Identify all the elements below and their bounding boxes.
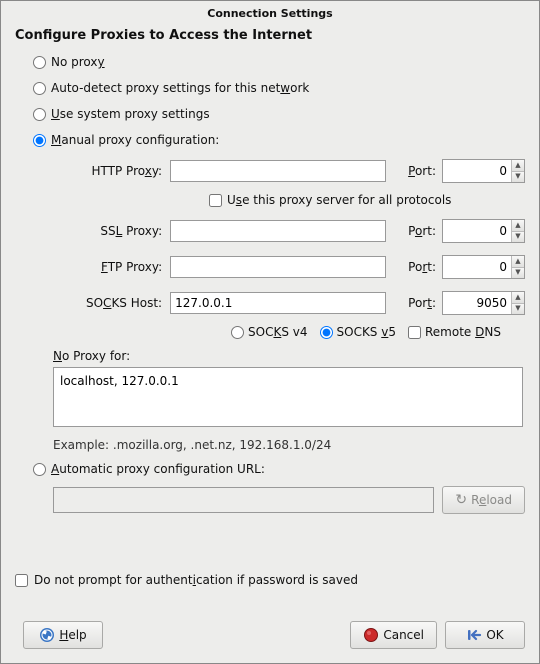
- ftp-port-input[interactable]: [443, 256, 511, 278]
- socks-host-input[interactable]: [170, 292, 386, 314]
- use-all-checkbox[interactable]: [209, 194, 222, 207]
- radio-socks-v5[interactable]: [320, 326, 333, 339]
- socks-host-label: SOCKS Host:: [53, 296, 170, 310]
- pac-url-input[interactable]: [53, 487, 434, 513]
- ok-button[interactable]: OK: [445, 621, 525, 649]
- radio-manual-label: Manual proxy configuration:: [51, 133, 219, 147]
- ftp-port-spinner[interactable]: ▲ ▼: [442, 255, 525, 279]
- http-port-label: Port:: [386, 164, 442, 178]
- ok-icon: [466, 627, 482, 643]
- ftp-proxy-input[interactable]: [170, 256, 386, 278]
- cancel-button[interactable]: Cancel: [350, 621, 437, 649]
- content-area: Configure Proxies to Access the Internet…: [1, 28, 539, 514]
- cancel-button-label: Cancel: [383, 628, 424, 642]
- radio-manual[interactable]: [33, 134, 46, 147]
- checkbox-remote-dns[interactable]: [408, 326, 421, 339]
- radio-socks-v4[interactable]: [231, 326, 244, 339]
- spin-down-icon[interactable]: ▼: [512, 171, 524, 183]
- radio-no-proxy-label: No proxy: [51, 55, 105, 69]
- ssl-port-spinner[interactable]: ▲ ▼: [442, 219, 525, 243]
- radio-system-label: Use system proxy settings: [51, 107, 210, 121]
- spin-down-icon[interactable]: ▼: [512, 267, 524, 279]
- http-proxy-input[interactable]: [170, 160, 386, 182]
- ok-button-label: OK: [486, 628, 503, 642]
- radio-socks-v4-row[interactable]: SOCKS v4: [231, 325, 308, 339]
- ssl-port-label: Port:: [386, 224, 442, 238]
- http-proxy-row: HTTP Proxy: Port: ▲ ▼: [53, 157, 525, 185]
- use-all-row[interactable]: Use this proxy server for all protocols: [209, 193, 525, 207]
- ssl-proxy-input[interactable]: [170, 220, 386, 242]
- radio-no-proxy-row[interactable]: No proxy: [33, 53, 525, 71]
- button-bar: Help Cancel OK: [1, 621, 539, 649]
- spin-up-icon[interactable]: ▲: [512, 220, 524, 231]
- socks-options-row: SOCKS v4 SOCKS v5 Remote DNS: [231, 325, 525, 339]
- checkbox-remote-dns-label: Remote DNS: [425, 325, 501, 339]
- manual-proxy-grid: HTTP Proxy: Port: ▲ ▼ Use this proxy ser…: [53, 157, 525, 339]
- no-proxy-for-label: No Proxy for:: [53, 349, 525, 363]
- radio-pac-row[interactable]: Automatic proxy configuration URL:: [33, 460, 525, 478]
- ssl-proxy-label: SSL Proxy:: [53, 224, 170, 238]
- socks-port-spinner[interactable]: ▲ ▼: [442, 291, 525, 315]
- use-all-label: Use this proxy server for all protocols: [227, 193, 451, 207]
- http-port-input[interactable]: [443, 160, 511, 182]
- socks-port-label: Port:: [386, 296, 442, 310]
- http-port-spin-buttons[interactable]: ▲ ▼: [511, 160, 524, 182]
- ftp-proxy-row: FTP Proxy: Port: ▲ ▼: [53, 253, 525, 281]
- title-bar: Connection Settings: [1, 1, 539, 28]
- ssl-proxy-row: SSL Proxy: Port: ▲ ▼: [53, 217, 525, 245]
- ftp-port-label: Port:: [386, 260, 442, 274]
- http-proxy-label: HTTP Proxy:: [53, 164, 170, 178]
- checkbox-remote-dns-row[interactable]: Remote DNS: [408, 325, 501, 339]
- radio-pac[interactable]: [33, 463, 46, 476]
- pac-url-row: ↻ Reload: [53, 486, 525, 514]
- radio-socks-v5-row[interactable]: SOCKS v5: [320, 325, 397, 339]
- spin-down-icon[interactable]: ▼: [512, 231, 524, 243]
- reload-button-label: Reload: [471, 493, 512, 507]
- radio-auto-detect-row[interactable]: Auto-detect proxy settings for this netw…: [33, 79, 525, 97]
- ftp-port-spin-buttons[interactable]: ▲ ▼: [511, 256, 524, 278]
- spin-up-icon[interactable]: ▲: [512, 256, 524, 267]
- section-heading: Configure Proxies to Access the Internet: [15, 28, 525, 43]
- ssl-port-input[interactable]: [443, 220, 511, 242]
- dialog-title: Connection Settings: [207, 7, 332, 20]
- radio-system[interactable]: [33, 108, 46, 121]
- radio-auto-detect[interactable]: [33, 82, 46, 95]
- spin-down-icon[interactable]: ▼: [512, 303, 524, 315]
- reload-icon: ↻: [455, 492, 467, 508]
- no-proxy-textarea[interactable]: localhost, 127.0.0.1: [53, 367, 523, 427]
- radio-manual-row[interactable]: Manual proxy configuration:: [33, 131, 525, 149]
- radio-pac-label: Automatic proxy configuration URL:: [51, 462, 265, 476]
- radio-system-row[interactable]: Use system proxy settings: [33, 105, 525, 123]
- dialog-window: Connection Settings Configure Proxies to…: [0, 0, 540, 664]
- help-button[interactable]: Help: [23, 621, 103, 649]
- radio-socks-v5-label: SOCKS v5: [337, 325, 397, 339]
- dont-prompt-row[interactable]: Do not prompt for authentication if pass…: [15, 573, 358, 587]
- radio-no-proxy[interactable]: [33, 56, 46, 69]
- stop-icon: [363, 627, 379, 643]
- socks-host-row: SOCKS Host: Port: ▲ ▼: [53, 289, 525, 317]
- radio-socks-v4-label: SOCKS v4: [248, 325, 308, 339]
- socks-port-input[interactable]: [443, 292, 511, 314]
- no-proxy-example: Example: .mozilla.org, .net.nz, 192.168.…: [53, 438, 525, 452]
- dont-prompt-checkbox[interactable]: [15, 574, 28, 587]
- reload-button[interactable]: ↻ Reload: [442, 486, 525, 514]
- help-icon: [39, 627, 55, 643]
- ftp-proxy-label: FTP Proxy:: [53, 260, 170, 274]
- spin-up-icon[interactable]: ▲: [512, 160, 524, 171]
- ssl-port-spin-buttons[interactable]: ▲ ▼: [511, 220, 524, 242]
- dont-prompt-label: Do not prompt for authentication if pass…: [34, 573, 358, 587]
- radio-auto-detect-label: Auto-detect proxy settings for this netw…: [51, 81, 309, 95]
- http-port-spinner[interactable]: ▲ ▼: [442, 159, 525, 183]
- spin-up-icon[interactable]: ▲: [512, 292, 524, 303]
- help-button-label: Help: [59, 628, 86, 642]
- socks-port-spin-buttons[interactable]: ▲ ▼: [511, 292, 524, 314]
